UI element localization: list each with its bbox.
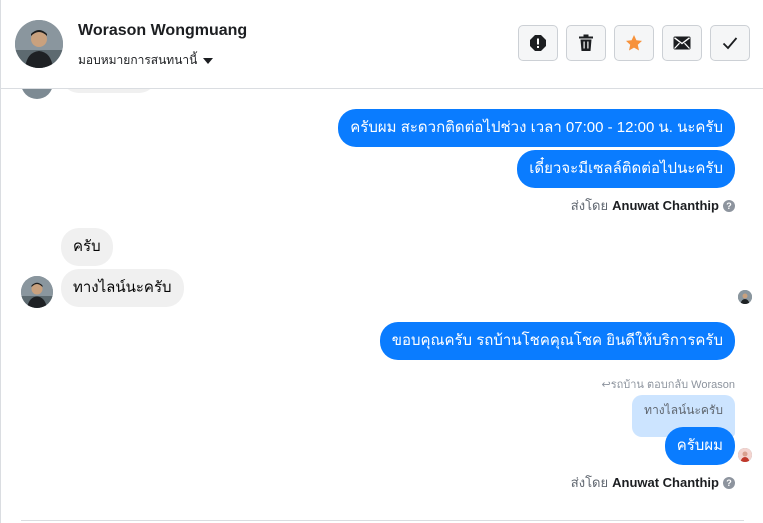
mark-unread-button[interactable] (662, 25, 702, 61)
reply-arrow-icon: ↩ (601, 379, 611, 391)
thread-header: Worason Wongmuang มอบหมายการสนทนานี้ (1, 0, 763, 89)
outgoing-message[interactable]: เดี๋ยวจะมีเซลล์ติดต่อไปนะครับ (517, 150, 735, 188)
sender-name[interactable]: Anuwat Chanthip (612, 475, 719, 490)
trash-icon (579, 34, 593, 51)
question-icon[interactable]: ? (723, 476, 735, 489)
contact-avatar[interactable] (15, 20, 63, 68)
envelope-icon (673, 36, 691, 50)
assign-conversation-dropdown[interactable]: มอบหมายการสนทนานี้ (78, 51, 214, 70)
reply-context: ↩รถบ้าน ตอบกลับ Worason (601, 375, 735, 393)
seen-receipt-avatar (738, 290, 752, 304)
check-icon (722, 37, 738, 50)
incoming-message-clipped (61, 89, 157, 93)
seen-receipt-avatar (738, 448, 752, 462)
message-thread-panel: Worason Wongmuang มอบหมายการสนทนานี้ ครั… (0, 0, 763, 523)
exclamation-icon (530, 35, 546, 51)
contact-avatar-small (21, 276, 53, 308)
composer-divider (21, 520, 744, 521)
incoming-message[interactable]: ทางไลน์นะครับ (61, 269, 184, 307)
sent-by-label: ส่งโดย Anuwat Chanthip ? (571, 472, 735, 493)
star-button[interactable] (614, 25, 654, 61)
outgoing-message[interactable]: ครับผม (664, 427, 735, 465)
outgoing-message[interactable]: ครับผม สะดวกติดต่อไปช่วง เวลา 07:00 - 12… (338, 109, 735, 147)
message-list[interactable]: ครับผม สะดวกติดต่อไปช่วง เวลา 07:00 - 12… (1, 89, 763, 523)
assign-label: มอบหมายการสนทนานี้ (78, 53, 198, 67)
contact-name[interactable]: Worason Wongmuang (78, 22, 247, 40)
contact-avatar-small (21, 89, 53, 99)
thread-actions (518, 25, 750, 61)
spam-button[interactable] (518, 25, 558, 61)
delete-button[interactable] (566, 25, 606, 61)
sent-by-prefix: ส่งโดย (570, 475, 609, 490)
mark-done-button[interactable] (710, 25, 750, 61)
caret-down-icon (203, 58, 214, 64)
sent-by-prefix: ส่งโดย (570, 198, 609, 213)
sender-name[interactable]: Anuwat Chanthip (612, 198, 719, 213)
incoming-message[interactable]: ครับ (61, 228, 113, 266)
reply-note-text: รถบ้าน ตอบกลับ Worason (610, 379, 735, 391)
sent-by-label: ส่งโดย Anuwat Chanthip ? (571, 195, 735, 216)
outgoing-message[interactable]: ขอบคุณครับ รถบ้านโชคคุณโชค ยินดีให้บริกา… (379, 322, 735, 360)
question-icon[interactable]: ? (723, 199, 735, 212)
star-icon (626, 35, 642, 51)
